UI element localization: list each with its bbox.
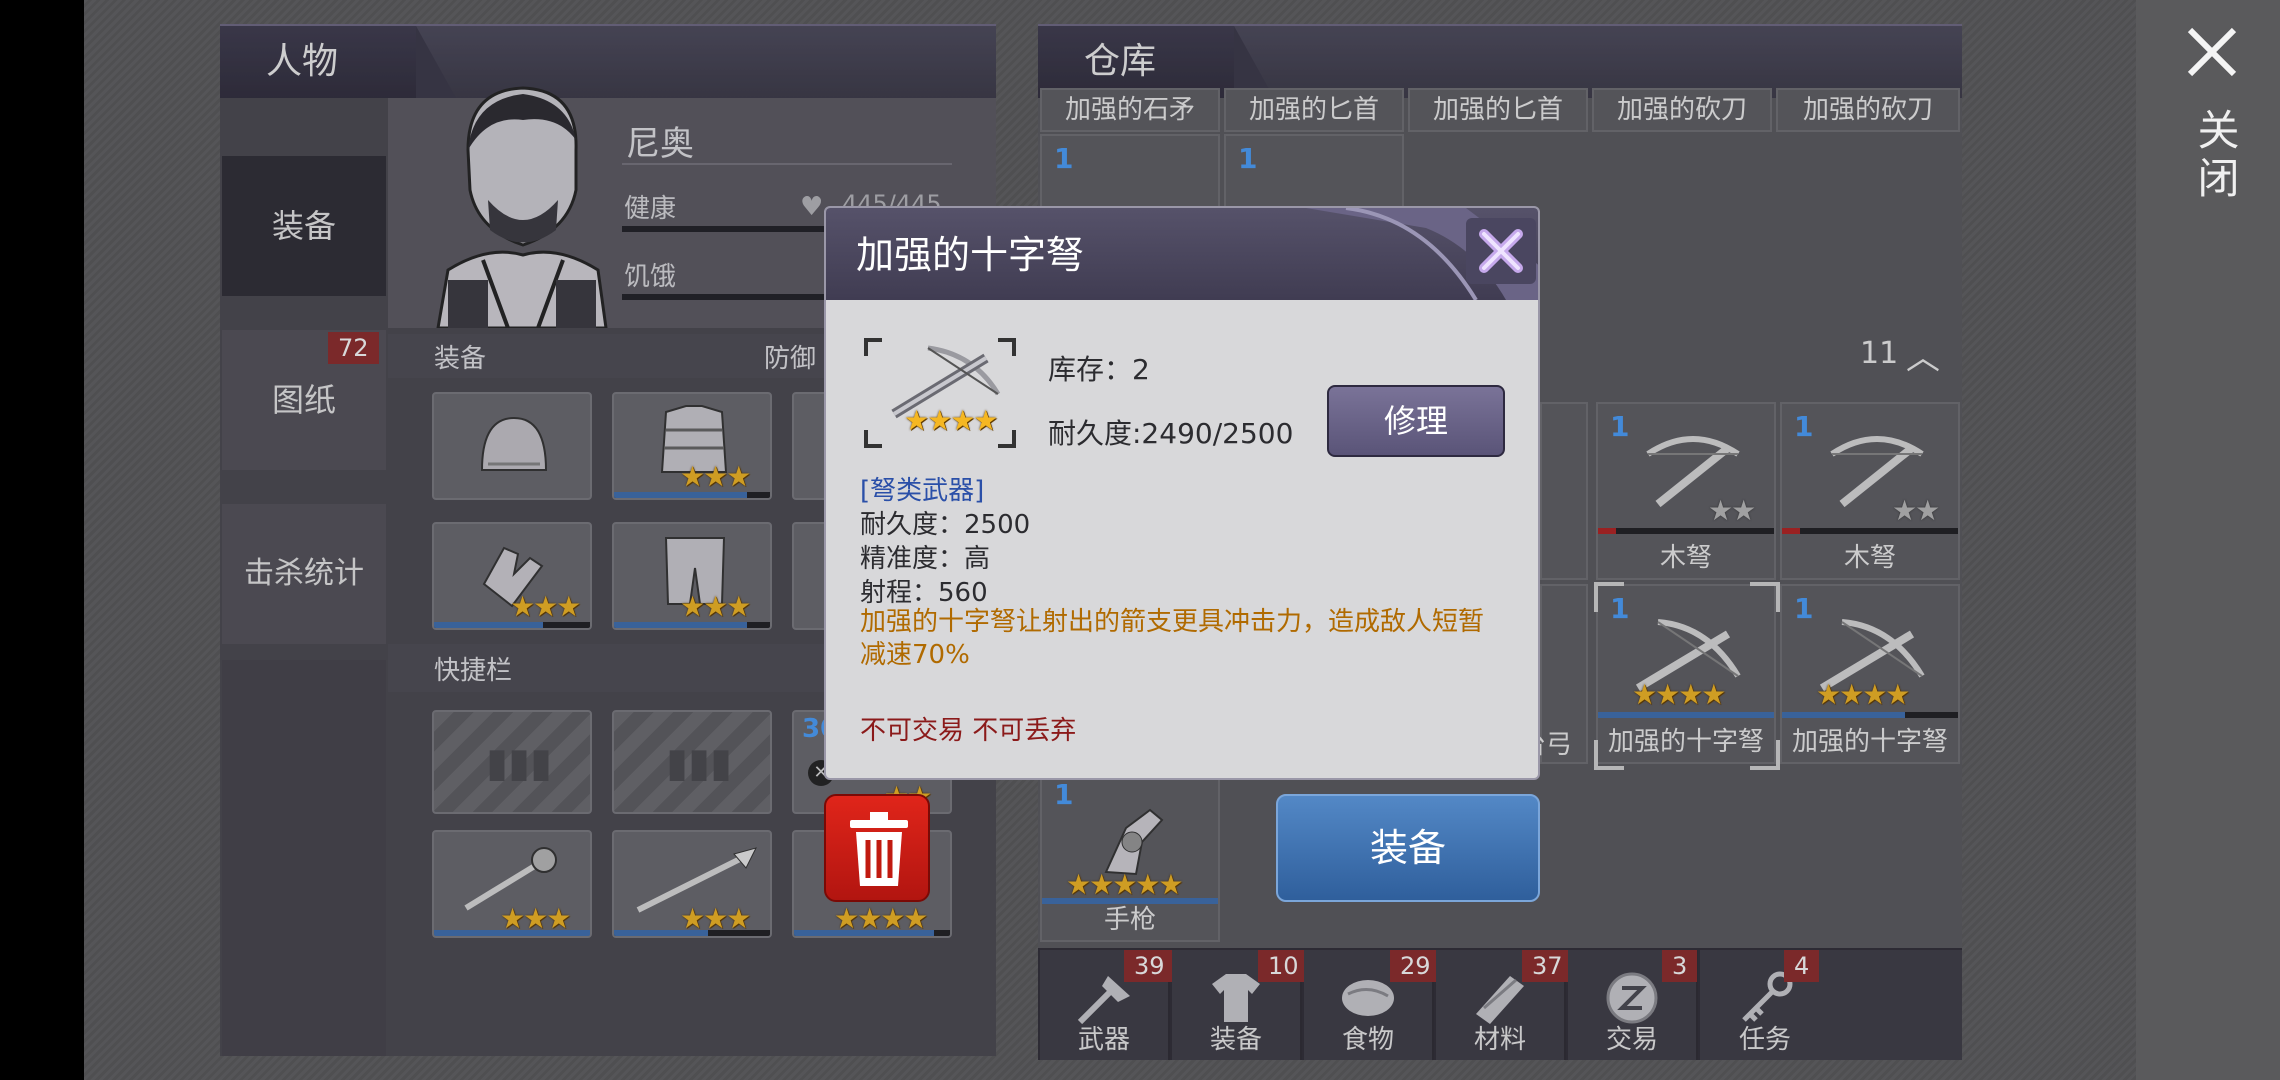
dialog-close-button[interactable] xyxy=(1466,218,1536,284)
repair-button[interactable]: 修理 xyxy=(1327,385,1505,457)
restriction-text: 不可交易 不可丢弃 xyxy=(860,716,1077,746)
equip-button[interactable]: 装备 xyxy=(1276,794,1540,902)
discard-button[interactable] xyxy=(824,794,930,902)
stat-accuracy: 精准度：高 xyxy=(860,544,991,574)
stock-label: 库存：2 xyxy=(1048,353,1150,386)
frame-corner xyxy=(998,430,1016,448)
dialog-title: 加强的十字弩 xyxy=(856,233,1085,277)
close-label[interactable]: 关闭 xyxy=(2185,108,2246,204)
frame-corner xyxy=(864,338,882,356)
item-detail-dialog: 加强的十字弩 ★★★★ 库存：2 耐久度:2490/2500 [弩类武器] 耐久… xyxy=(824,206,1540,780)
trash-icon xyxy=(850,812,908,886)
stat-durability: 耐久度：2500 xyxy=(860,510,1031,540)
durability-label: 耐久度:2490/2500 xyxy=(1048,417,1294,450)
item-description: 加强的十字弩让射出的箭支更具冲击力，造成敌人短暂减速70% xyxy=(860,607,1485,670)
frame-corner xyxy=(864,430,882,448)
close-icon[interactable] xyxy=(2184,24,2240,80)
weapon-category: [弩类武器] xyxy=(860,476,985,506)
dialog-item-stars: ★★★★ xyxy=(904,404,998,437)
close-icon xyxy=(1479,229,1523,273)
stat-range: 射程：560 xyxy=(860,578,988,608)
